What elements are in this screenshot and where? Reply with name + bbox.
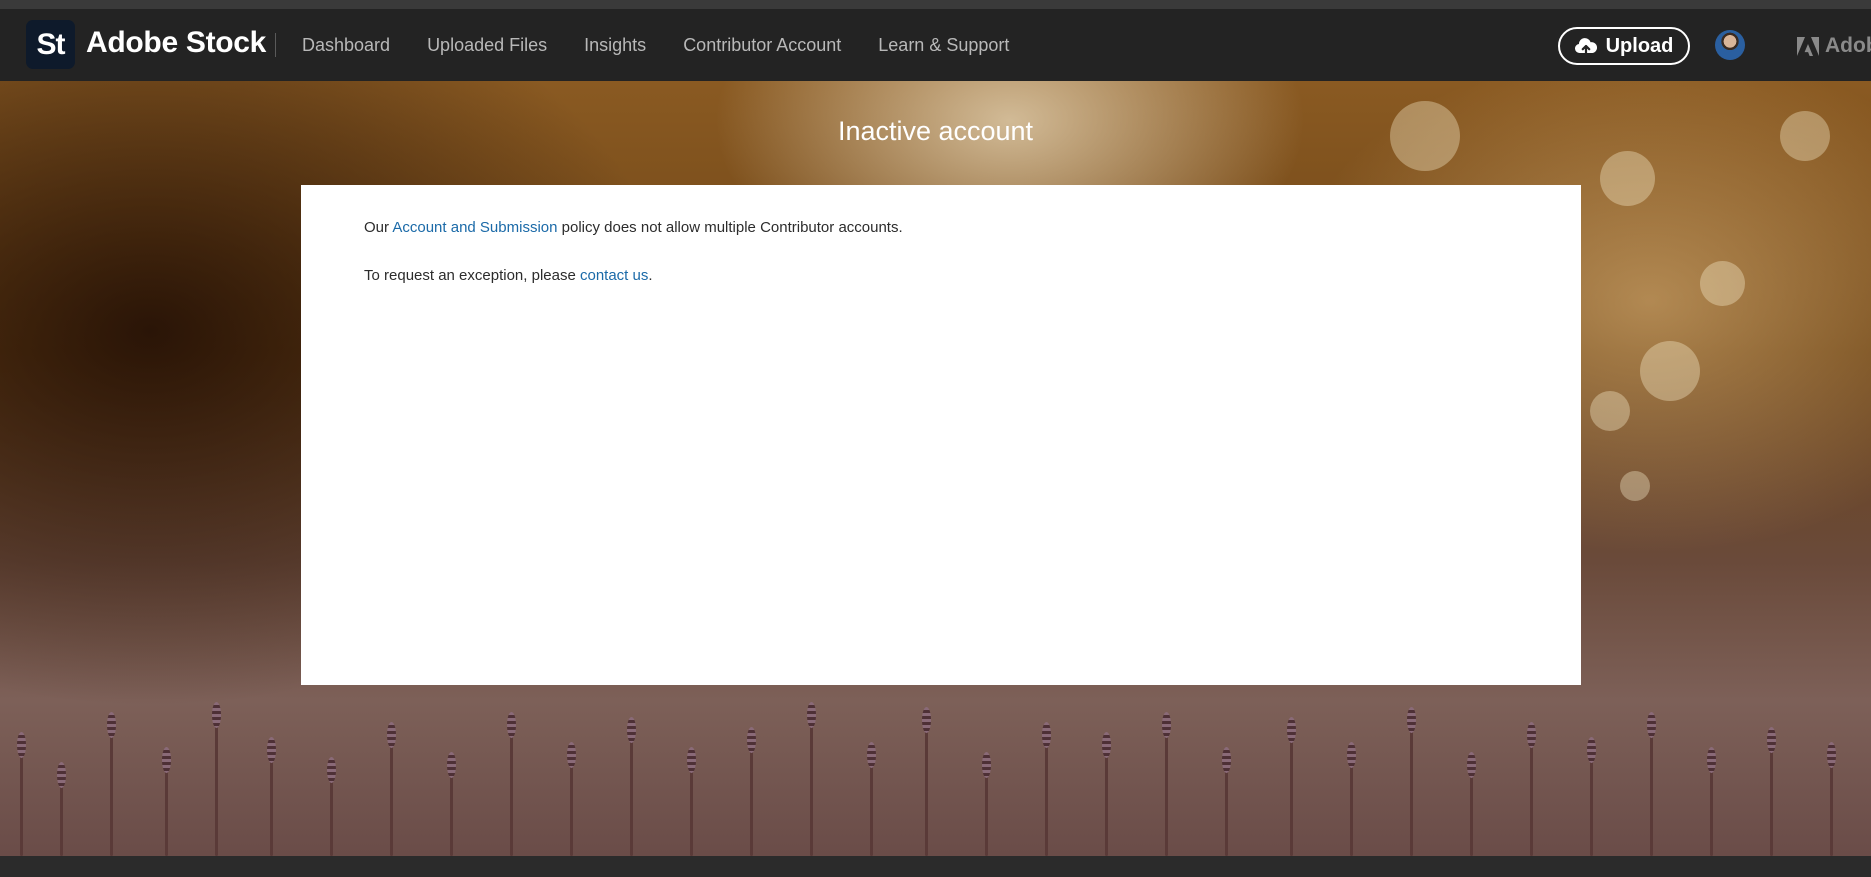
main-nav: Dashboard Uploaded Files Insights Contri… [302,35,1046,56]
adobe-corner-text: Adob [1825,34,1871,57]
bokeh-light [1600,151,1655,206]
lavender-stem [162,747,171,856]
stock-logo-tile[interactable]: St [26,20,75,69]
lavender-stem [1707,747,1716,856]
contact-us-link[interactable]: contact us [580,267,648,284]
upload-button[interactable]: Upload [1558,27,1690,65]
lavender-stem [327,757,336,856]
exception-text-before: To request an exception, please [364,267,580,284]
lavender-stem [1647,712,1656,856]
lavender-stem [1527,722,1536,856]
brand-name[interactable]: Adobe Stock [86,26,266,60]
lavender-stem [982,752,991,856]
lavender-stem [807,702,816,856]
bokeh-light [1640,341,1700,401]
bokeh-light [1590,391,1630,431]
nav-uploaded-files[interactable]: Uploaded Files [427,35,547,56]
adobe-logo-icon [1797,36,1819,56]
cloud-upload-icon [1574,38,1597,55]
nav-learn-support[interactable]: Learn & Support [878,35,1009,56]
lavender-stem [387,722,396,856]
nav-contributor-account[interactable]: Contributor Account [683,35,841,56]
policy-message: Our Account and Submission policy does n… [364,219,903,236]
lavender-stem [1042,722,1051,856]
page-title: Inactive account [837,116,1034,146]
brand-divider [275,33,276,57]
lavender-stem [267,737,276,856]
lavender-stem [1467,752,1476,856]
lavender-stem [922,707,931,856]
account-submission-link[interactable]: Account and Submission [392,219,557,236]
lavender-stem [17,732,26,856]
lavender-stem [1162,712,1171,856]
exception-text-after: . [648,267,653,284]
lavender-stem [1827,742,1836,856]
nav-insights[interactable]: Insights [584,35,646,56]
lavender-stem [1347,742,1356,856]
upload-label: Upload [1605,34,1674,57]
lavender-stem [687,747,696,856]
lavender-stem [1222,747,1231,856]
user-avatar[interactable] [1715,30,1745,60]
adobe-corner-logo[interactable]: Adob [1797,34,1871,58]
browser-top-strip [0,0,1871,9]
lavender-stem [1287,717,1296,856]
lavender-stem [1587,737,1596,856]
hero-background: Inactive account Our Account and Submiss… [0,81,1871,856]
lavender-stem [107,712,116,856]
nav-dashboard[interactable]: Dashboard [302,35,390,56]
policy-text-after: policy does not allow multiple Contribut… [557,219,903,236]
lavender-stem [57,762,66,856]
bokeh-light [1700,261,1745,306]
lavender-stem [212,702,221,856]
lavender-stem [747,727,756,856]
lavender-stem [507,712,516,856]
lavender-stem [627,717,636,856]
lavender-stem [1102,732,1111,856]
lavender-stem [867,742,876,856]
bottom-bar [0,856,1871,877]
bokeh-light [1620,471,1650,501]
lavender-stem [567,742,576,856]
lavender-stem [447,752,456,856]
exception-message: To request an exception, please contact … [364,267,653,284]
message-card: Our Account and Submission policy does n… [301,185,1581,685]
lavender-stem [1407,707,1416,856]
top-navbar: St Adobe Stock Dashboard Uploaded Files … [0,9,1871,81]
lavender-stem [1767,727,1776,856]
policy-text-before: Our [364,219,393,236]
